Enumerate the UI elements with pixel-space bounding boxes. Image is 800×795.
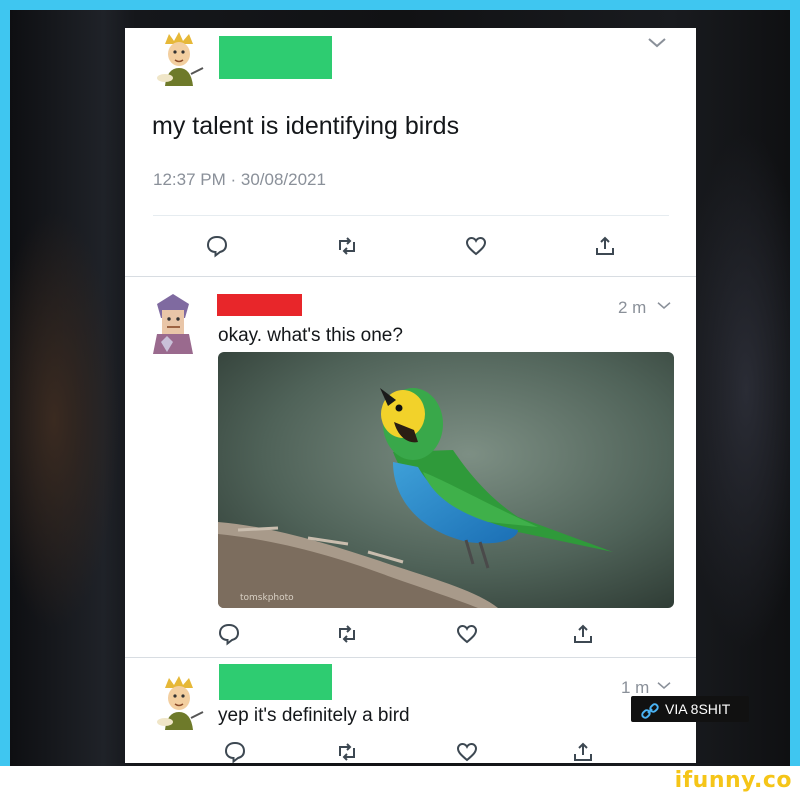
like-icon[interactable] — [464, 234, 488, 258]
background-frame: my talent is identifying birds 12:37 PM … — [10, 10, 790, 766]
divider — [125, 657, 696, 658]
like-icon[interactable] — [455, 740, 479, 763]
username-redaction — [219, 36, 332, 79]
divider — [125, 276, 696, 277]
chevron-down-icon[interactable] — [655, 296, 673, 314]
ifunny-logo: ifunny.co — [674, 768, 792, 793]
background-blur-left — [10, 210, 120, 630]
link-icon — [641, 701, 659, 719]
reply-icon[interactable] — [205, 234, 229, 258]
via-source-badge[interactable]: VIA 8SHIT — [631, 696, 749, 722]
reply-age[interactable]: 1 m — [621, 678, 649, 698]
share-icon[interactable] — [571, 622, 595, 646]
tweet-thread-card: my talent is identifying birds 12:37 PM … — [125, 28, 696, 763]
watermark-footer: ifunny.co — [0, 766, 800, 795]
bird-photo[interactable]: tomskphoto — [218, 352, 674, 608]
photo-watermark: tomskphoto — [240, 593, 294, 603]
share-icon[interactable] — [571, 740, 595, 763]
like-icon[interactable] — [455, 622, 479, 646]
chevron-down-icon[interactable] — [645, 30, 669, 54]
username-redaction — [219, 664, 332, 700]
reply-text: okay. what's this one? — [218, 325, 403, 346]
tweet-text: my talent is identifying birds — [152, 112, 460, 140]
divider — [153, 215, 669, 216]
retweet-icon[interactable] — [335, 740, 359, 763]
retweet-icon[interactable] — [335, 234, 359, 258]
reply-text: yep it's definitely a bird — [218, 705, 410, 726]
share-icon[interactable] — [593, 234, 617, 258]
avatar[interactable] — [153, 674, 205, 734]
avatar[interactable] — [147, 292, 199, 354]
reply-age[interactable]: 2 m — [618, 298, 646, 318]
reply-icon[interactable] — [223, 740, 247, 763]
chevron-down-icon[interactable] — [655, 676, 673, 694]
reply-icon[interactable] — [217, 622, 241, 646]
avatar[interactable] — [153, 30, 205, 90]
background-blur-right — [680, 130, 790, 650]
tweet-timestamp[interactable]: 12:37 PM · 30/08/2021 — [153, 170, 326, 190]
via-source-label: VIA 8SHIT — [665, 701, 731, 717]
retweet-icon[interactable] — [335, 622, 359, 646]
username-redaction — [217, 294, 302, 316]
